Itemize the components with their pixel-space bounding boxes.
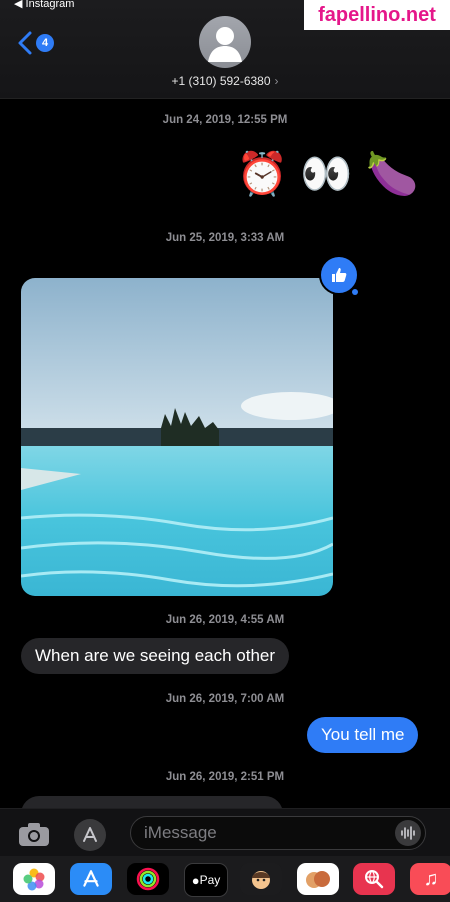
unread-count-badge: 4 <box>36 34 54 52</box>
memoji-app-button[interactable] <box>240 863 282 895</box>
emoji-alarm-clock[interactable]: ⏰ <box>236 148 288 200</box>
timestamp: Jun 24, 2019, 12:55 PM <box>162 114 288 126</box>
timestamp: Jun 25, 2019, 3:33 AM <box>165 232 285 244</box>
apple-icon: ● <box>191 872 200 888</box>
person-icon <box>208 27 242 62</box>
watermark: fapellino.net <box>304 0 450 30</box>
contact-number: +1 (310) 592-6380 <box>171 74 271 88</box>
back-button[interactable]: 4 <box>16 30 54 56</box>
activity-rings-icon <box>136 867 160 891</box>
emoji-eyes[interactable]: 👀 <box>300 148 352 200</box>
chevron-left-icon <box>18 31 32 55</box>
input-placeholder: iMessage <box>144 823 217 842</box>
timestamp: Jun 26, 2019, 7:00 AM <box>165 693 285 705</box>
message-input-bar: iMessage <box>0 808 450 857</box>
apple-pay-label: Pay <box>199 873 221 887</box>
image-search-app-button[interactable] <box>353 863 395 895</box>
timestamp: Jun 26, 2019, 4:55 AM <box>165 614 285 626</box>
back-to-app-link[interactable]: ◀ Instagram <box>14 0 74 10</box>
imessage-input[interactable]: iMessage <box>130 816 426 850</box>
camera-icon[interactable] <box>16 819 52 849</box>
memoji-stickers-icon <box>306 871 330 888</box>
app-drawer: ● Pay ♫ <box>0 856 450 902</box>
music-app-button[interactable]: ♫ <box>410 863 450 895</box>
music-note-icon: ♫ <box>423 867 439 890</box>
incoming-message[interactable]: When are we seeing each other <box>21 638 290 674</box>
photos-icon <box>23 868 45 891</box>
apple-pay-button[interactable]: ● Pay <box>184 863 228 897</box>
app-store-icon <box>83 827 97 842</box>
emoji-eggplant[interactable]: 🍆 <box>366 148 418 200</box>
memoji-icon <box>252 871 270 889</box>
contact-name-button[interactable]: +1 (310) 592-6380 › <box>0 74 450 88</box>
thumbs-up-icon <box>332 268 347 282</box>
app-store-icon <box>83 870 99 887</box>
memoji-stickers-app-button[interactable] <box>297 863 339 895</box>
app-store-button[interactable] <box>74 819 106 851</box>
pool-photo <box>21 278 333 596</box>
photos-app-button[interactable] <box>13 863 55 895</box>
outgoing-message[interactable]: You tell me <box>307 717 419 753</box>
app-store-app-button[interactable] <box>70 863 112 895</box>
contact-avatar[interactable] <box>199 16 251 68</box>
timestamp: Jun 26, 2019, 2:51 PM <box>165 771 285 783</box>
waveform-icon <box>401 826 415 840</box>
activity-app-button[interactable] <box>127 863 169 895</box>
audio-message-button[interactable] <box>395 820 421 846</box>
image-message[interactable] <box>21 278 333 596</box>
tapback-tail <box>352 289 358 295</box>
chevron-right-icon: › <box>274 74 279 88</box>
globe-search-icon <box>365 870 384 889</box>
